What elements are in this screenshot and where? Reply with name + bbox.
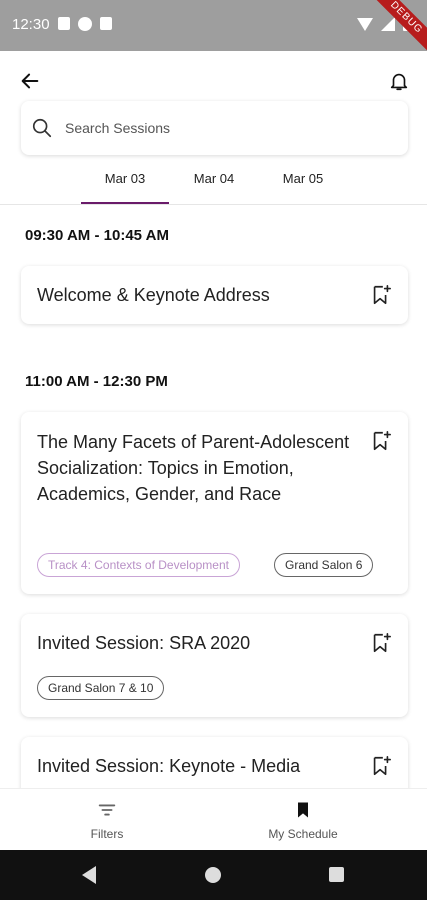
nav-my-schedule[interactable]: My Schedule: [196, 789, 410, 851]
status-bar: 12:30 DEBUG: [0, 0, 427, 63]
system-navigation-bar: [0, 850, 427, 900]
time-slot-header: 11:00 AM - 12:30 PM: [25, 373, 168, 390]
session-card[interactable]: Welcome & Keynote Address: [21, 266, 408, 324]
bottom-navigation: Filters My Schedule: [0, 788, 427, 850]
room-chip: Grand Salon 7 & 10: [37, 676, 165, 700]
arrow-left-icon: [21, 73, 39, 89]
system-recents-icon[interactable]: [329, 867, 344, 882]
system-back-icon[interactable]: [82, 866, 96, 884]
nav-filters[interactable]: Filters: [0, 789, 214, 851]
tab-mar-04[interactable]: Mar 04: [172, 160, 256, 204]
sd-card-icon: [100, 17, 112, 30]
bookmark-add-icon[interactable]: [370, 754, 392, 778]
bookmark-add-icon[interactable]: [370, 429, 392, 453]
session-title: The Many Facets of Parent-Adolescent Soc…: [37, 432, 350, 504]
session-title: Invited Session: Keynote - Media: [37, 756, 301, 776]
notification-flutter-icon: [78, 17, 92, 31]
back-button[interactable]: [16, 67, 44, 95]
search-input[interactable]: [65, 113, 395, 143]
room-chip: Grand Salon 6: [274, 553, 374, 577]
signal-icon: [381, 17, 395, 31]
tabs-divider: [0, 204, 427, 205]
session-title: Welcome & Keynote Address: [37, 285, 270, 305]
track-chip: Track 4: Contexts of Development: [37, 553, 240, 577]
system-home-icon[interactable]: [205, 867, 221, 883]
filter-icon: [98, 804, 116, 816]
bookmark-add-icon[interactable]: [370, 631, 392, 655]
session-title: Invited Session: SRA 2020: [37, 633, 251, 653]
search-bar[interactable]: [21, 101, 408, 155]
notification-a-icon: [58, 17, 70, 30]
notification-icons: [58, 17, 112, 31]
search-icon: [32, 118, 52, 138]
bookmark-icon: [298, 802, 308, 818]
time-slot-header: 09:30 AM - 10:45 AM: [25, 227, 169, 244]
tab-mar-03[interactable]: Mar 03: [81, 160, 169, 204]
date-tabs: Mar 03 Mar 04 Mar 05: [0, 160, 427, 204]
tab-mar-05[interactable]: Mar 05: [260, 160, 346, 204]
session-card[interactable]: Invited Session: SRA 2020 Grand Salon 7 …: [21, 614, 408, 717]
notifications-button[interactable]: [385, 67, 413, 95]
app-bar: [0, 51, 427, 101]
nav-filters-label: Filters: [90, 827, 124, 841]
wifi-icon: [357, 18, 373, 31]
nav-my-schedule-label: My Schedule: [268, 827, 338, 841]
status-time: 12:30: [12, 16, 50, 33]
bell-icon: [390, 73, 408, 91]
session-card[interactable]: The Many Facets of Parent-Adolescent Soc…: [21, 412, 408, 594]
bookmark-add-icon[interactable]: [370, 283, 392, 307]
